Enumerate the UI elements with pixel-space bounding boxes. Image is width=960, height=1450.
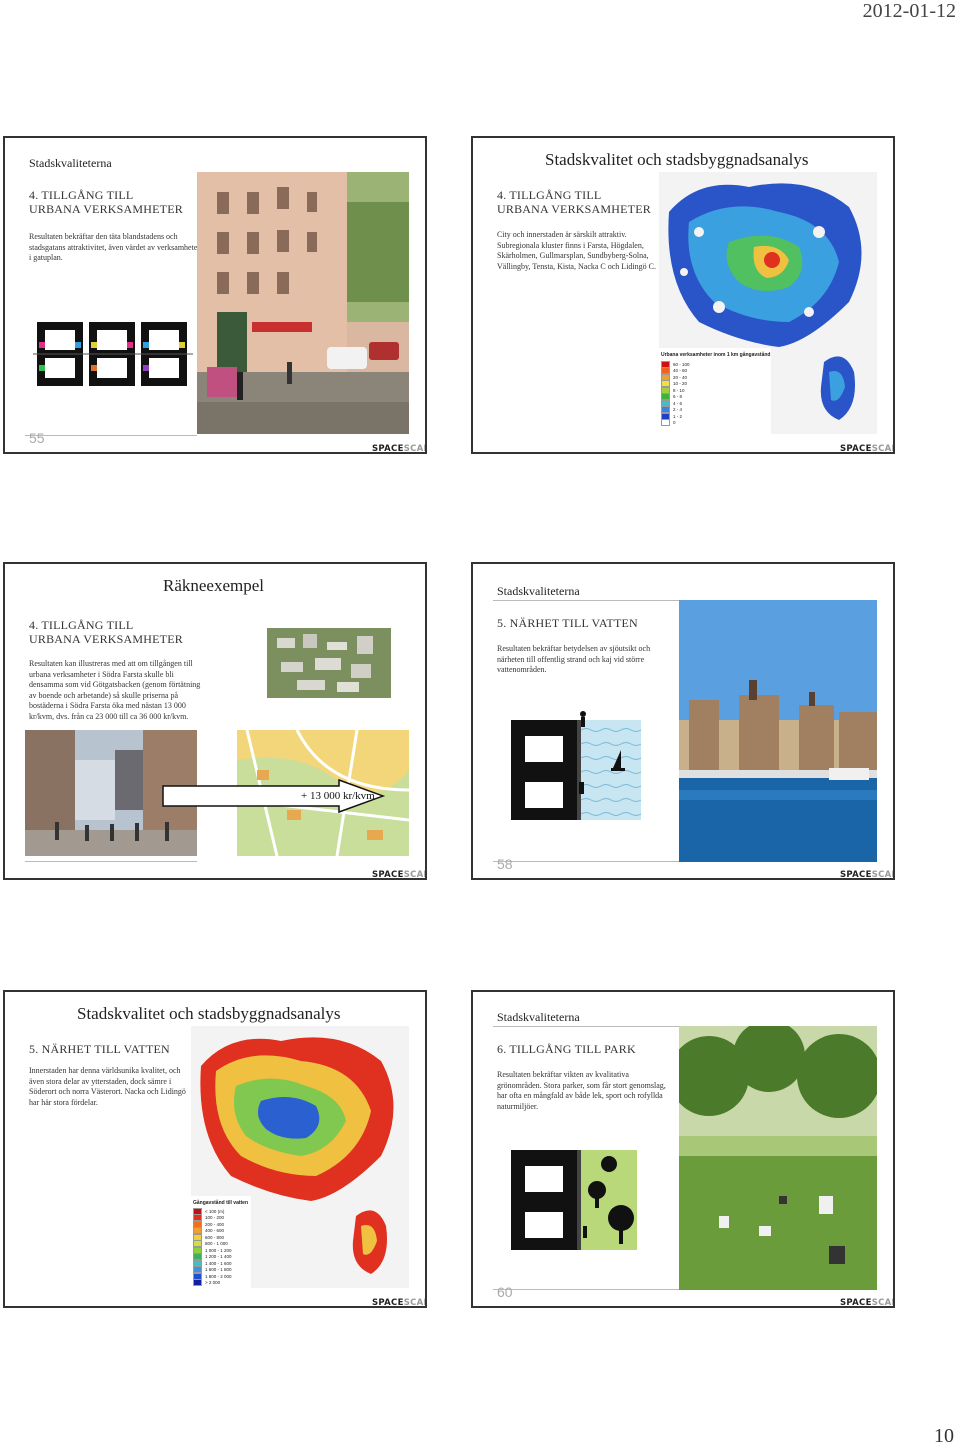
legend-label: 10 - 20 xyxy=(673,381,688,387)
street-photo xyxy=(197,172,409,434)
urban-activities-map: Urbana verksamheter inom 1 km gångavstån… xyxy=(659,172,877,434)
slide-title: Räkneexempel xyxy=(163,576,265,595)
legend-label: 200 - 400 xyxy=(205,1221,225,1227)
legend-label: 20 - 40 xyxy=(673,374,688,380)
legend-title: Urbana verksamheter inom 1 km gångavstån… xyxy=(661,352,771,358)
slide-number: 55 xyxy=(29,430,45,446)
slide-body: Resultaten bekräftar vikten av kvalitati… xyxy=(497,1070,666,1111)
spacescape-logo: SPACESCAPE xyxy=(840,1298,893,1308)
slide-59: Stadskvalitet och stadsbyggnadsanalys 5.… xyxy=(3,990,427,1308)
legend-swatch xyxy=(661,419,670,427)
water-distance-map: Gångavstånd till vatten < 100 (m) 100 - 2… xyxy=(191,1026,409,1288)
legend-label: 40 - 60 xyxy=(673,368,688,374)
slide-heading: 4. TILLGÅNG TILL URBANA VERKSAMHETER xyxy=(29,618,183,646)
legend-label: 60 - 100 xyxy=(673,361,690,367)
legend-label: 800 - 1 000 xyxy=(205,1241,228,1247)
legend-swatch xyxy=(193,1279,202,1287)
slide-title: Stadskvaliteterna xyxy=(497,584,580,598)
spacescape-logo: SPACESCAPE xyxy=(840,870,893,880)
legend-label: > 2 000 xyxy=(205,1280,221,1286)
slide-body: Innerstaden har denna världsunika kvalit… xyxy=(29,1066,186,1107)
slide-title: Stadskvalitet och stadsbyggnadsanalys xyxy=(545,150,809,169)
slide-title: Stadskvaliteterna xyxy=(497,1010,580,1024)
park-diagram xyxy=(509,1140,639,1254)
legend-label: 0 xyxy=(673,420,676,426)
spacescape-logo: SPACESCAPE xyxy=(372,870,425,880)
slide-60: Stadskvaliteterna 6. TILLGÅNG TILL PARK … xyxy=(471,990,895,1308)
slide-body: Resultaten kan illustreras med att om ti… xyxy=(29,659,201,721)
aerial-photo xyxy=(267,628,391,708)
legend-label: 1 600 - 1 800 xyxy=(205,1267,232,1273)
water-diagram xyxy=(509,710,643,824)
blocks-diagram xyxy=(33,320,193,390)
map-legend: Gångavstånd till vatten < 100 (m) 100 - 2… xyxy=(191,1196,251,1288)
slide-body: Resultaten bekräftar den täta blandstade… xyxy=(29,232,201,262)
legend-label: 2 - 4 xyxy=(673,407,683,413)
legend-label: 1 800 - 2 000 xyxy=(205,1273,232,1279)
slide-55: Stadskvaliteterna 4. TILLGÅNG TILL URBAN… xyxy=(3,136,427,454)
legend-label: 8 - 10 xyxy=(673,387,685,393)
slide-body: City och innerstaden är särskilt attrakt… xyxy=(497,230,656,271)
legend-label: < 100 (m) xyxy=(205,1208,225,1214)
waterfront-photo xyxy=(679,600,877,862)
legend-label: 1 - 2 xyxy=(673,413,683,419)
spacescape-logo: SPACESCAPE xyxy=(372,444,425,454)
legend-item: > 2 000 xyxy=(193,1279,251,1287)
page-number: 10 xyxy=(934,1425,954,1447)
legend-title: Gångavstånd till vatten xyxy=(193,1200,249,1206)
slide-heading: 6. TILLGÅNG TILL PARK xyxy=(497,1042,636,1056)
document-date: 2012-01-12 xyxy=(862,0,956,22)
legend-label: 1 000 - 1 200 xyxy=(205,1247,232,1253)
slide-57: Räkneexempel 4. TILLGÅNG TILL URBANA VER… xyxy=(3,562,427,880)
slide-heading: 5. NÄRHET TILL VATTEN xyxy=(29,1042,170,1056)
legend-label: 4 - 6 xyxy=(673,400,683,406)
slide-body: Resultaten bekräftar betydelsen av sjöut… xyxy=(497,644,651,674)
spacescape-logo: SPACESCAPE xyxy=(372,1298,425,1308)
slide-number: 60 xyxy=(497,1284,513,1300)
slide-title: Stadskvalitet och stadsbyggnadsanalys xyxy=(77,1004,341,1023)
slide-heading: 5. NÄRHET TILL VATTEN xyxy=(497,616,638,630)
legend-label: 100 - 200 xyxy=(205,1215,225,1221)
legend-label: 600 - 800 xyxy=(205,1234,225,1240)
slide-heading: 4. TILLGÅNG TILL URBANA VERKSAMHETER xyxy=(29,188,183,216)
legend-label: 6 - 8 xyxy=(673,394,683,400)
park-photo xyxy=(679,1026,877,1290)
price-increase-label: + 13 000 kr/kvm xyxy=(301,790,375,802)
legend-label: 400 - 600 xyxy=(205,1228,225,1234)
legend-label: 1 400 - 1 600 xyxy=(205,1260,232,1266)
legend-item: 0 xyxy=(661,419,771,427)
legend-label: 1 200 - 1 400 xyxy=(205,1254,232,1260)
slide-heading: 4. TILLGÅNG TILL URBANA VERKSAMHETER xyxy=(497,188,651,216)
slide-58: Stadskvaliteterna 5. NÄRHET TILL VATTEN … xyxy=(471,562,895,880)
spacescape-logo: SPACESCAPE xyxy=(840,444,893,454)
slide-title: Stadskvaliteterna xyxy=(29,156,112,170)
slide-number: 58 xyxy=(497,856,513,872)
slide-56: Stadskvalitet och stadsbyggnadsanalys 4.… xyxy=(471,136,895,454)
map-legend: Urbana verksamheter inom 1 km gångavstån… xyxy=(659,348,771,434)
